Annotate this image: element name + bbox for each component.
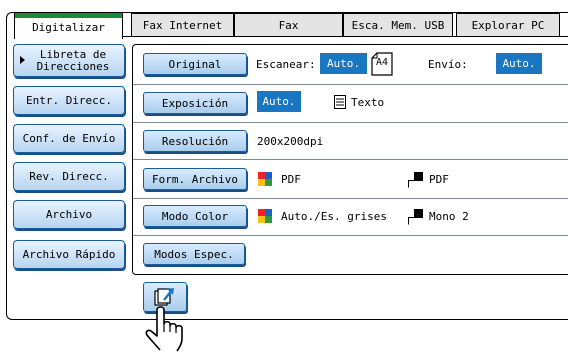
sidebar-address-entry-button[interactable]: Entr. Direcc. xyxy=(13,86,125,115)
mono-file-format-value: PDF xyxy=(429,172,449,186)
text-document-icon xyxy=(334,95,346,109)
tab-underline xyxy=(123,36,568,37)
resolution-value: 200x200dpi xyxy=(257,134,324,148)
tab-fax-internet[interactable]: Fax Internet xyxy=(131,13,234,37)
tab-fax[interactable]: Fax xyxy=(234,13,343,37)
pointing-hand-icon xyxy=(141,304,205,352)
color-mode-button[interactable]: Modo Color xyxy=(143,205,247,227)
exposure-button[interactable]: Exposición xyxy=(143,92,247,114)
row-divider xyxy=(133,198,568,199)
tab-digitalizar[interactable]: Digitalizar xyxy=(14,13,123,39)
sidebar-quick-file-button[interactable]: Archivo Rápido xyxy=(13,240,125,269)
row-divider xyxy=(133,122,568,123)
row-divider xyxy=(133,84,568,85)
tab-explorar-pc[interactable]: Explorar PC xyxy=(456,13,560,37)
sidebar-send-settings-button[interactable]: Conf. de Envío xyxy=(13,124,125,153)
file-format-button[interactable]: Form. Archivo xyxy=(143,168,247,190)
original-button[interactable]: Original xyxy=(143,53,247,75)
mono-mode-icon xyxy=(408,172,424,188)
sidebar-item-label: Libreta de Direcciones xyxy=(36,47,110,73)
paper-size-label: A4 xyxy=(376,57,389,68)
color-file-format-value: PDF xyxy=(281,172,301,186)
special-modes-button[interactable]: Modos Espec. xyxy=(143,243,245,265)
tab-esca-mem-usb[interactable]: Esca. Mem. USB xyxy=(343,13,453,37)
scan-label: Escanear: xyxy=(256,57,316,71)
exposure-mode-text: Texto xyxy=(351,95,385,109)
mono-mode-icon xyxy=(408,209,424,225)
sidebar-review-address-button[interactable]: Rev. Direcc. xyxy=(13,162,125,191)
send-auto-value[interactable]: Auto. xyxy=(496,53,542,74)
row-divider xyxy=(133,159,568,160)
paper-size-indicator: A4 xyxy=(371,52,393,76)
send-label: Envío: xyxy=(428,57,468,71)
scan-auto-value[interactable]: Auto. xyxy=(320,53,367,74)
color-mode-color-value: Auto./Es. grises xyxy=(281,209,387,223)
color-mode-icon xyxy=(258,172,272,186)
sidebar-address-book-button[interactable]: Libreta de Direcciones xyxy=(13,44,125,77)
play-icon xyxy=(20,56,25,64)
sidebar-file-button[interactable]: Archivo xyxy=(13,200,125,229)
exposure-auto-value[interactable]: Auto. xyxy=(257,91,301,112)
resolution-button[interactable]: Resolución xyxy=(143,130,247,152)
color-mode-icon xyxy=(258,209,272,223)
row-divider xyxy=(133,235,568,236)
color-mode-mono-value: Mono 2 xyxy=(429,209,469,223)
